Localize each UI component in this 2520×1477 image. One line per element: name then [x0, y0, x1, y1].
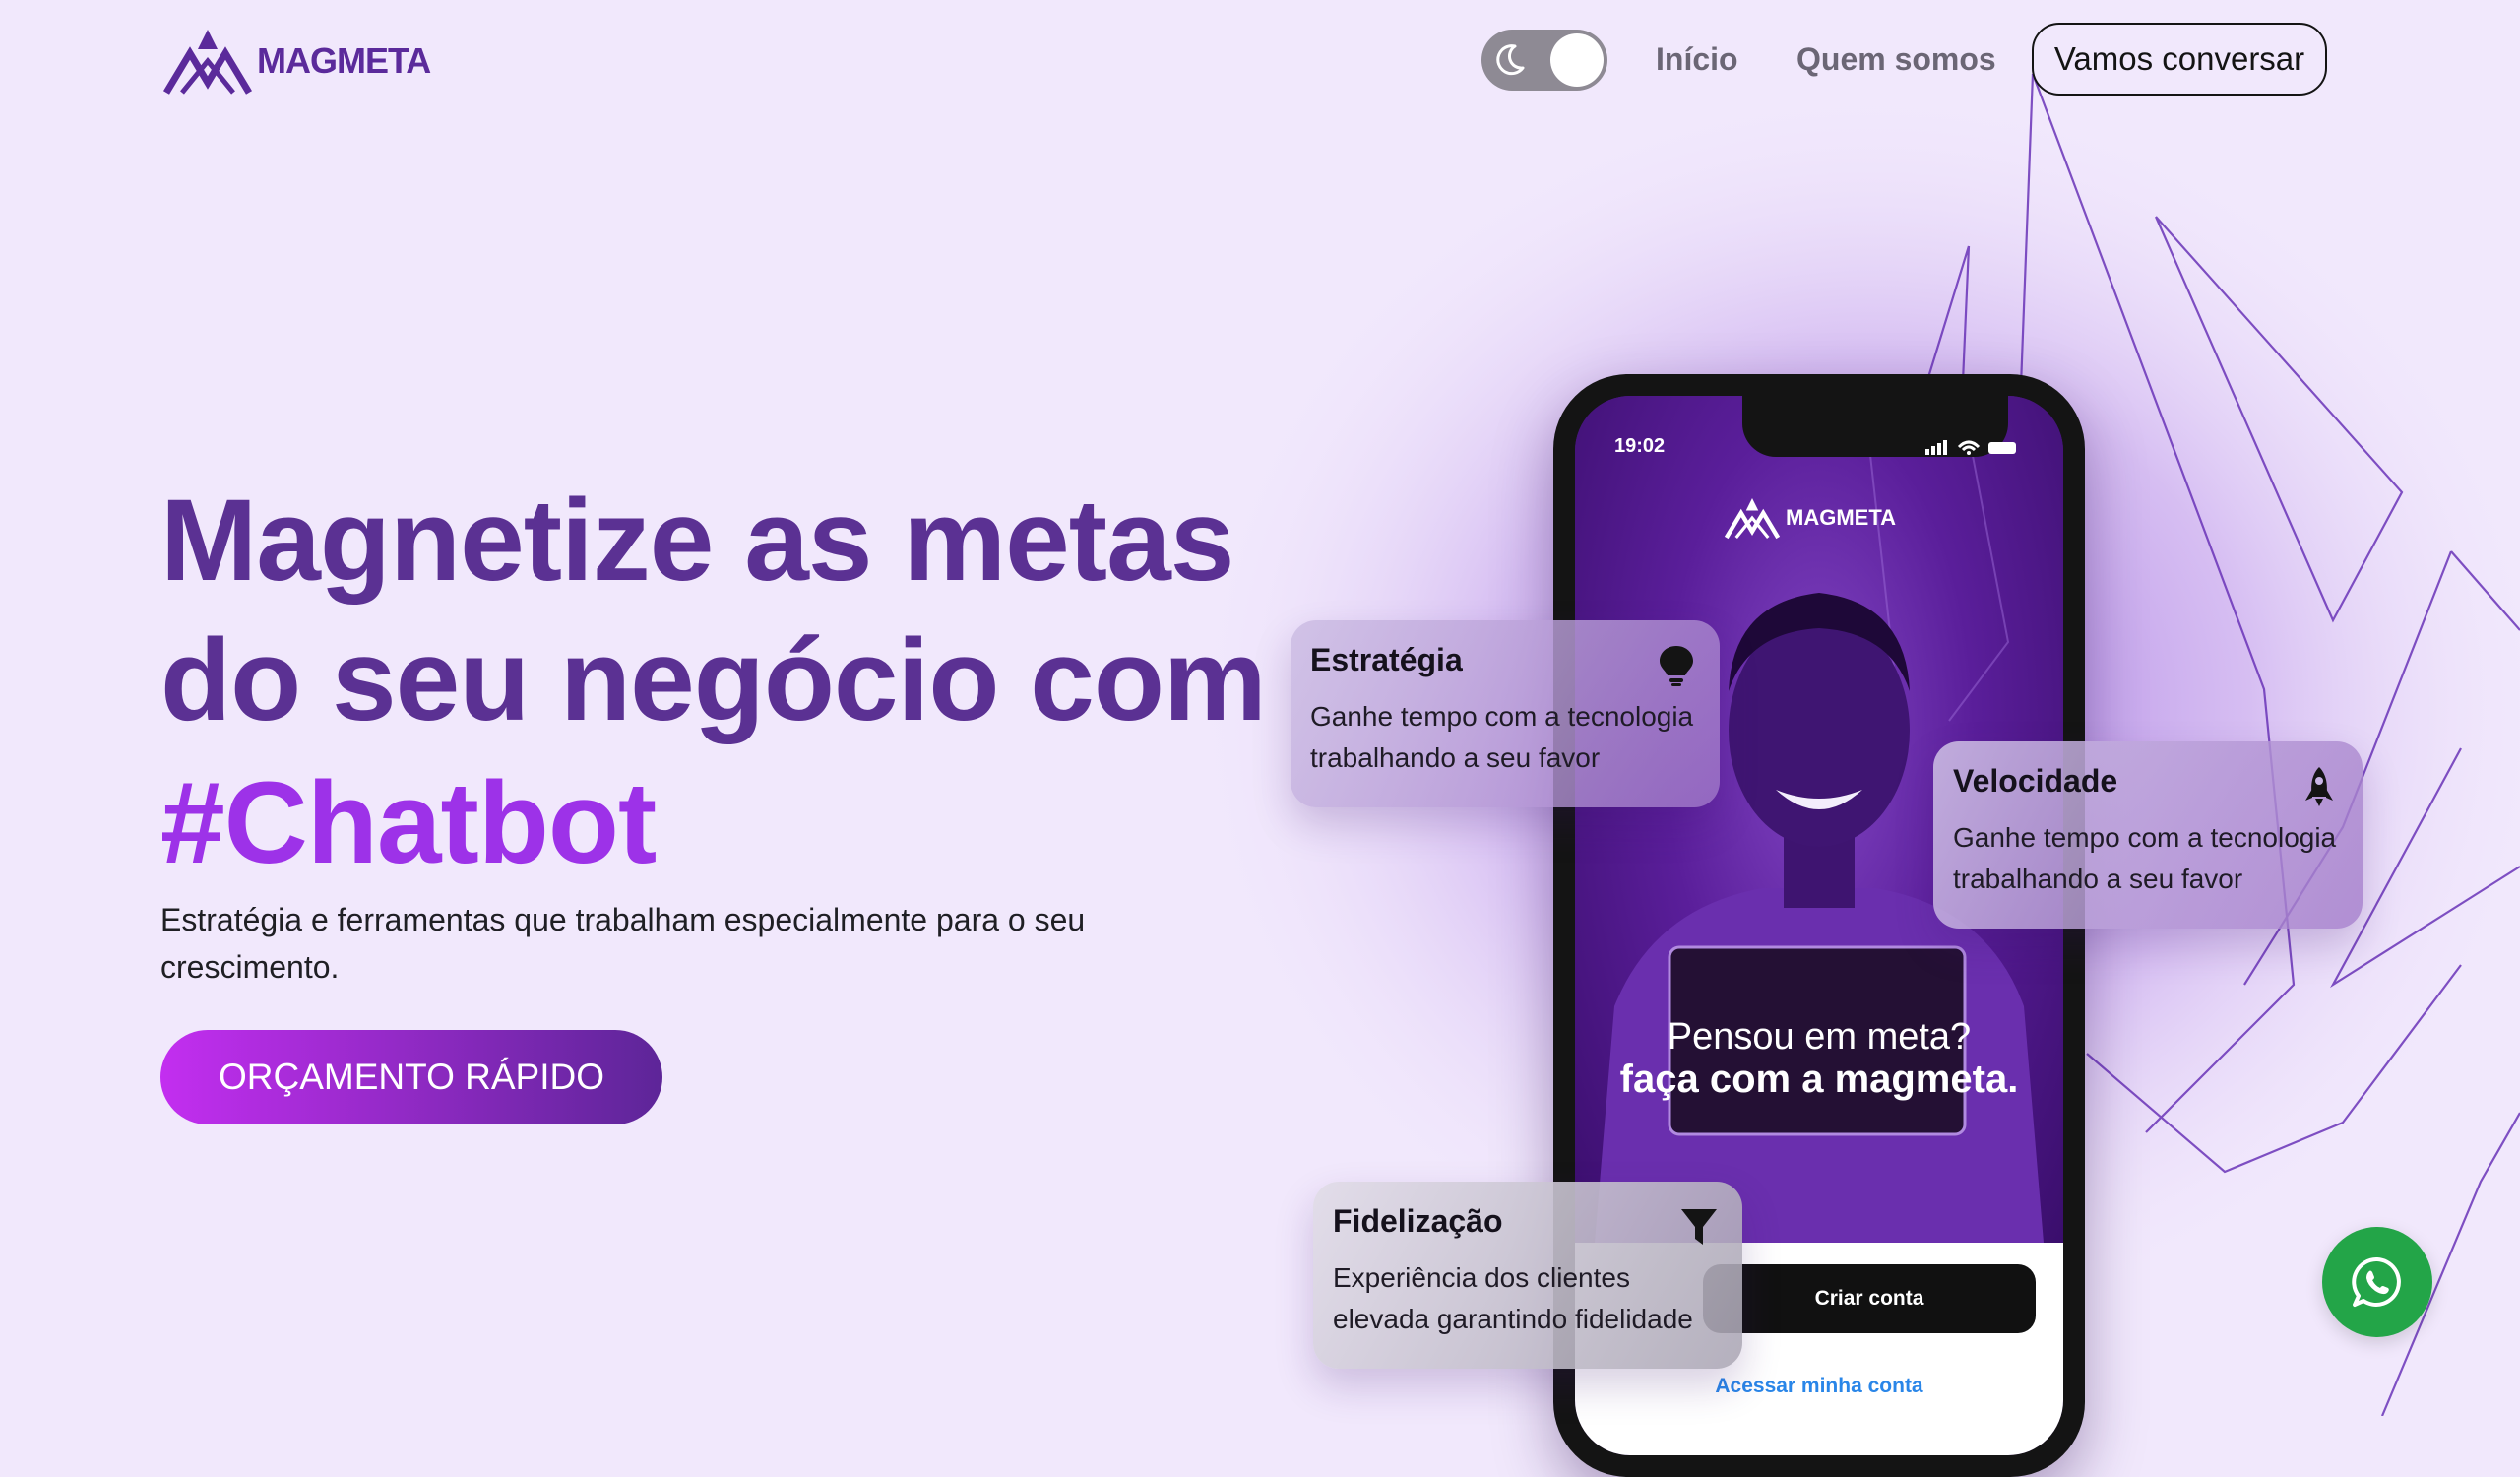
feature-title: Estratégia	[1310, 642, 1463, 677]
theme-toggle[interactable]	[1481, 30, 1607, 91]
whatsapp-icon	[2352, 1256, 2401, 1307]
hero-subtitle: Estratégia e ferramentas que trabalham e…	[160, 902, 1086, 985]
access-account-link[interactable]: Acessar minha conta	[1575, 1375, 2063, 1398]
feature-description: Ganhe tempo com a tecnologia trabalhando…	[1310, 701, 1694, 773]
create-account-button[interactable]: Criar conta	[1703, 1264, 2036, 1333]
brand-name: MAGMETA	[257, 40, 431, 81]
phone-slogan-line2: faça com a magmeta.	[1619, 1058, 2019, 1101]
rocket-icon	[2305, 767, 2333, 806]
nav-link-inicio[interactable]: Início	[1656, 41, 1738, 78]
feature-title: Velocidade	[1953, 763, 2118, 799]
status-time: 19:02	[1614, 435, 1666, 457]
hero-hashtag: #Chatbot	[160, 758, 657, 888]
feature-card-estrategia: Estratégia Ganhe tempo com a tecnologia …	[1291, 620, 1720, 807]
filter-icon	[1681, 1209, 1717, 1245]
phone-slogan-line1: Pensou em meta?	[1667, 1016, 1972, 1058]
feature-description: Ganhe tempo com a tecnologia trabalhando…	[1953, 822, 2337, 894]
feature-card-velocidade: Velocidade Ganhe tempo com a tecnologia …	[1933, 741, 2362, 929]
nav-link-quem-somos[interactable]: Quem somos	[1796, 41, 1996, 78]
contact-button[interactable]: Vamos conversar	[2032, 23, 2327, 96]
status-icons	[1925, 440, 2016, 455]
lightbulb-icon	[1660, 646, 1693, 686]
feature-description: Experiência dos clientes elevada garanti…	[1333, 1262, 1693, 1334]
brand-logo[interactable]: MAGMETA	[160, 26, 431, 96]
moon-icon	[1496, 44, 1525, 76]
whatsapp-button[interactable]	[2322, 1227, 2432, 1337]
screen-logo: MAGMETA	[1723, 494, 1896, 542]
screen-brand-name: MAGMETA	[1786, 505, 1897, 530]
hero-title: Magnetize as metas do seu negócio com	[160, 476, 1267, 745]
feature-title: Fidelização	[1333, 1203, 1503, 1239]
feature-card-fidelizacao: Fidelização Experiência dos clientes ele…	[1313, 1182, 1742, 1369]
magmeta-logo-icon	[1724, 498, 1781, 540]
toggle-knob	[1550, 33, 1604, 87]
quick-quote-button[interactable]: ORÇAMENTO RÁPIDO	[160, 1030, 662, 1124]
magmeta-logo-icon	[162, 30, 253, 95]
